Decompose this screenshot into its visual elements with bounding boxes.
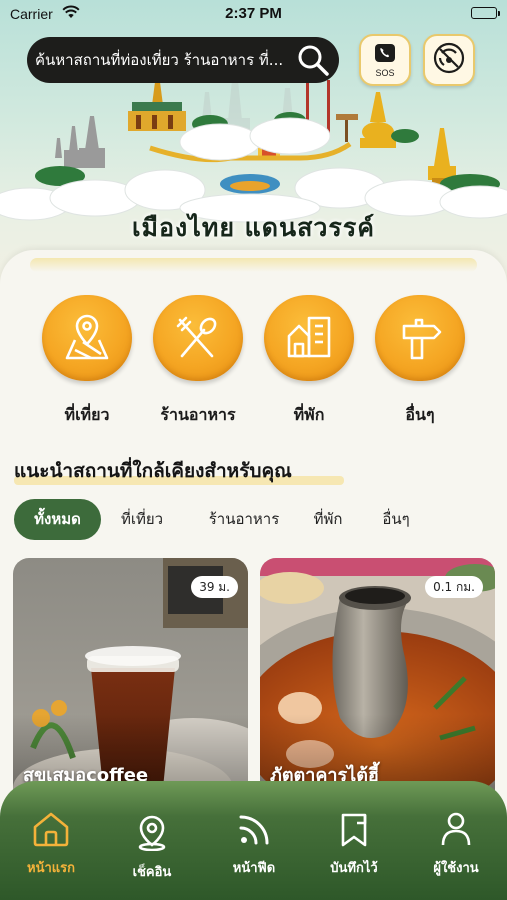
nav-saved[interactable]: บันทึกไว้ — [304, 811, 404, 878]
radar-icon — [432, 41, 466, 79]
bookmark-icon — [337, 813, 371, 851]
category-label: อื่นๆ — [405, 405, 435, 424]
phone-icon — [374, 43, 396, 67]
hero-header: Carrier 2:37 PM ค้นหาสถานที่ท่องเที่ยว ร… — [0, 0, 507, 290]
nav-home[interactable]: หน้าแรก — [1, 811, 101, 878]
category-others[interactable]: อื่นๆ — [375, 295, 465, 428]
search-icon[interactable] — [296, 43, 330, 81]
filter-chips: ทั้งหมด ที่เที่ยว ร้านอาหาร ที่พัก อื่นๆ — [14, 499, 494, 541]
feed-icon — [237, 815, 271, 851]
battery-icon — [471, 7, 500, 19]
nav-label: บันทึกไว้ — [330, 861, 378, 876]
search-input[interactable]: ค้นหาสถานที่ท่องเที่ยว ร้านอาหาร ที่... — [35, 48, 293, 72]
utensils-icon[interactable] — [153, 295, 243, 381]
radar-button[interactable] — [423, 34, 475, 86]
filter-all[interactable]: ทั้งหมด — [14, 499, 101, 540]
filter-restaurants[interactable]: ร้านอาหาร — [194, 499, 294, 540]
nav-label: เช็คอิน — [132, 865, 172, 880]
nav-user[interactable]: ผู้ใช้งาน — [406, 811, 506, 878]
place-card[interactable]: 39 ม. สุขเสมอcoffee — [13, 558, 248, 818]
category-attractions[interactable]: ที่เที่ยว — [42, 295, 132, 428]
category-restaurants[interactable]: ร้านอาหาร — [153, 295, 243, 428]
search-bar[interactable]: ค้นหาสถานที่ท่องเที่ยว ร้านอาหาร ที่... — [27, 37, 339, 83]
status-time: 2:37 PM — [225, 5, 282, 22]
distance-badge: 39 ม. — [191, 576, 238, 598]
nav-label: หน้าแรก — [27, 861, 75, 876]
filter-attractions[interactable]: ที่เที่ยว — [111, 499, 173, 540]
sos-label: SOS — [375, 67, 395, 78]
home-icon — [31, 812, 71, 851]
signpost-icon[interactable] — [375, 295, 465, 381]
category-accommodation[interactable]: ที่พัก — [264, 295, 354, 428]
location-pin-icon — [135, 815, 169, 855]
user-icon — [439, 812, 473, 851]
hero-title: เมืองไทย แดนสวรรค์ — [132, 213, 375, 242]
nav-feed[interactable]: หน้าฟีด — [204, 811, 304, 878]
filter-others[interactable]: อื่นๆ — [371, 499, 421, 540]
bottom-navigation: หน้าแรก เช็คอิน หน้าฟีด บันทึกไว้ ผู้ใช้… — [0, 781, 507, 900]
filter-accommodation[interactable]: ที่พัก — [303, 499, 353, 540]
nav-checkin[interactable]: เช็คอิน — [102, 815, 202, 882]
nav-label: ผู้ใช้งาน — [433, 861, 479, 876]
status-bar: Carrier 2:37 PM — [0, 0, 507, 28]
section-title: แนะนำสถานที่ใกล้เคียงสำหรับคุณ — [14, 460, 292, 482]
place-card[interactable]: 0.1 กม. ภัตตาคารไต้ฮี้ — [260, 558, 495, 818]
distance-badge: 0.1 กม. — [425, 576, 483, 598]
map-pin-icon[interactable] — [42, 295, 132, 381]
sheet-highlight — [30, 258, 477, 272]
building-icon[interactable] — [264, 295, 354, 381]
sos-button[interactable]: SOS — [359, 34, 411, 86]
nav-label: หน้าฟีด — [232, 861, 276, 876]
